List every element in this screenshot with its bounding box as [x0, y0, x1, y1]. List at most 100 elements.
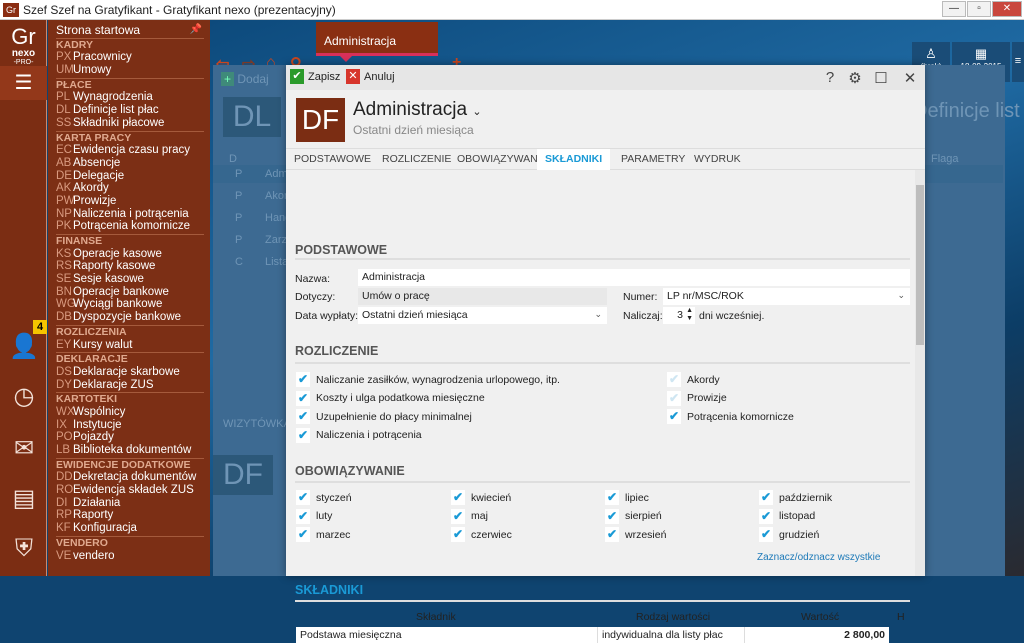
- employee-icon[interactable]: 👤: [8, 332, 40, 362]
- menu-item-se[interactable]: SE Sesje kasowe: [56, 273, 204, 286]
- pin-icon[interactable]: 📌: [190, 24, 202, 35]
- menu-item-dl[interactable]: DL Definicje list płac: [56, 104, 204, 117]
- checkbox-check-icon[interactable]: ✔: [296, 490, 310, 505]
- table-row[interactable]: Podstawa miesięczna indywidualna dla lis…: [296, 627, 889, 643]
- month-2[interactable]: ✔ marzec: [296, 527, 350, 542]
- menu-item-dy[interactable]: DYDeklaracje ZUS: [56, 379, 204, 392]
- menu-item-db[interactable]: DBDyspozycje bankowe: [56, 311, 204, 324]
- save-button[interactable]: ✔ Zapisz: [290, 69, 340, 84]
- menu-item-ey[interactable]: EY Kursy walut: [56, 339, 204, 352]
- month-0[interactable]: ✔ styczeń: [296, 490, 352, 505]
- checkbox-check-icon[interactable]: ✔: [759, 527, 773, 542]
- maximize-dialog-icon[interactable]: ☐: [873, 69, 889, 87]
- help-icon[interactable]: ?: [822, 69, 838, 86]
- menu-item-wg[interactable]: WGWyciągi bankowe: [56, 298, 204, 311]
- definition-name-dropdown[interactable]: Administracja ⌄: [353, 99, 482, 121]
- pay-date-select[interactable]: Ostatni dzień miesiąca ⌄: [358, 307, 607, 324]
- col-value-type[interactable]: Rodzaj wartości: [636, 611, 710, 623]
- month-1[interactable]: ✔ luty: [296, 508, 332, 524]
- checkbox-check-icon[interactable]: ✔: [605, 490, 619, 505]
- menu-item-pk[interactable]: PK Potrącenia komornicze: [56, 220, 204, 233]
- month-6[interactable]: ✔ lipiec: [605, 490, 649, 505]
- menu-item-dd[interactable]: DDDekretacja dokumentów: [56, 471, 204, 484]
- settle-option[interactable]: ✔ Uzupełnienie do płacy minimalnej: [296, 409, 472, 424]
- col-value[interactable]: Wartość: [801, 611, 839, 623]
- menu-item-pl[interactable]: PL Wynagrodzenia: [56, 91, 204, 104]
- add-button[interactable]: + Dodaj: [221, 72, 269, 86]
- month-9[interactable]: ✔ październik: [759, 490, 832, 505]
- menu-item-wx[interactable]: WXWspólnicy: [56, 406, 204, 419]
- menu-item-ro[interactable]: ROEwidencja składek ZUS: [56, 484, 204, 497]
- checkbox-check-icon[interactable]: ✔: [605, 527, 619, 542]
- checkbox-check-icon[interactable]: ✔: [451, 490, 465, 505]
- menu-item-rs[interactable]: RSRaporty kasowe: [56, 260, 204, 273]
- cancel-button[interactable]: ✕ Anuluj: [346, 69, 395, 84]
- checkbox-check-icon[interactable]: ✔: [667, 372, 681, 387]
- settle-option[interactable]: ✔ Naliczanie zasiłków, wynagrodzenia urlo…: [296, 372, 560, 387]
- checkbox-check-icon[interactable]: ✔: [605, 508, 619, 524]
- tab-administracja[interactable]: Administracja: [316, 22, 438, 56]
- menu-item-pw[interactable]: PWProwizje: [56, 195, 204, 208]
- checkbox-check-icon[interactable]: ✔: [451, 508, 465, 524]
- menu-item-ve[interactable]: VE vendero: [56, 550, 204, 563]
- settle-option[interactable]: ✔ Naliczenia i potrącenia: [296, 427, 422, 443]
- menu-icon[interactable]: ☰: [0, 66, 47, 100]
- vertical-scrollbar[interactable]: [915, 170, 925, 576]
- menu-item-ks[interactable]: KS Operacje kasowe: [56, 248, 204, 261]
- menu-item-np[interactable]: NPNaliczenia i potrącenia: [56, 208, 204, 221]
- menu-item-di[interactable]: DI Działania: [56, 497, 204, 510]
- col-flag[interactable]: Flaga: [931, 153, 959, 165]
- number-select[interactable]: LP nr/MSC/ROK ⌄: [663, 288, 910, 305]
- month-7[interactable]: ✔ sierpień: [605, 508, 662, 524]
- checkbox-check-icon[interactable]: ✔: [296, 409, 310, 424]
- tab-składniki[interactable]: SKŁADNIKI: [537, 149, 611, 171]
- checkbox-check-icon[interactable]: ✔: [759, 490, 773, 505]
- stepper-arrows-icon[interactable]: ▲ ▼: [686, 307, 693, 323]
- checkbox-check-icon[interactable]: ✔: [759, 508, 773, 524]
- month-5[interactable]: ✔ czerwiec: [451, 527, 512, 542]
- settle-option[interactable]: ✔ Potrącenia komornicze: [667, 409, 794, 424]
- certificate-icon[interactable]: ▤: [8, 484, 40, 514]
- menu-item-um[interactable]: UMUmowy: [56, 64, 204, 77]
- month-11[interactable]: ✔ grudzień: [759, 527, 819, 542]
- scrollbar-thumb[interactable]: [916, 185, 924, 345]
- settle-option[interactable]: ✔ Prowizje: [667, 390, 727, 406]
- month-10[interactable]: ✔ listopad: [759, 508, 815, 524]
- hamburger-menu-icon[interactable]: ≡: [1012, 42, 1024, 82]
- tab-wydruk[interactable]: WYDRUK: [694, 153, 741, 165]
- menu-item-de[interactable]: DEDelegacje: [56, 170, 204, 183]
- menu-item-kf[interactable]: KF Konfiguracja: [56, 522, 204, 535]
- checkbox-check-icon[interactable]: ✔: [451, 527, 465, 542]
- calc-days-stepper[interactable]: 3 ▲ ▼: [663, 307, 695, 324]
- menu-item-ds[interactable]: DSDeklaracje skarbowe: [56, 366, 204, 379]
- tab-obowiązywanie[interactable]: OBOWIĄZYWANIE: [457, 153, 548, 165]
- menu-item-ix[interactable]: IX Instytucje: [56, 419, 204, 432]
- checkbox-check-icon[interactable]: ✔: [296, 427, 310, 443]
- checkbox-check-icon[interactable]: ✔: [667, 390, 681, 406]
- toggle-all-link[interactable]: Zaznacz/odznacz wszystkie: [757, 552, 880, 563]
- month-4[interactable]: ✔ maj: [451, 508, 488, 524]
- checkbox-check-icon[interactable]: ✔: [296, 390, 310, 406]
- col-d[interactable]: D: [229, 153, 237, 165]
- close-button[interactable]: ✕: [992, 1, 1022, 17]
- col-h[interactable]: H: [897, 611, 905, 623]
- tab-podstawowe[interactable]: PODSTAWOWE: [294, 153, 371, 165]
- menu-item-po[interactable]: POPojazdy: [56, 431, 204, 444]
- name-input[interactable]: Administracja: [358, 269, 910, 286]
- insurance-icon[interactable]: ⛨: [8, 535, 40, 565]
- menu-item-bn[interactable]: BNOperacje bankowe: [56, 286, 204, 299]
- checkbox-check-icon[interactable]: ✔: [296, 372, 310, 387]
- calendar-clock-icon[interactable]: ◷: [8, 382, 40, 412]
- settle-option[interactable]: ✔ Akordy: [667, 372, 720, 387]
- checkbox-check-icon[interactable]: ✔: [296, 527, 310, 542]
- minimize-button[interactable]: —: [942, 1, 966, 17]
- mail-icon[interactable]: ✉: [8, 434, 40, 464]
- menu-item-ec[interactable]: ECEwidencja czasu pracy: [56, 144, 204, 157]
- month-3[interactable]: ✔ kwiecień: [451, 490, 511, 505]
- menu-item-rp[interactable]: RPRaporty: [56, 509, 204, 522]
- tab-rozliczenie[interactable]: ROZLICZENIE: [382, 153, 451, 165]
- menu-item-ss[interactable]: SS Składniki płacowe: [56, 117, 204, 130]
- close-dialog-icon[interactable]: ✕: [902, 69, 918, 87]
- settle-option[interactable]: ✔ Koszty i ulga podatkowa miesięczne: [296, 390, 485, 406]
- checkbox-check-icon[interactable]: ✔: [296, 508, 310, 524]
